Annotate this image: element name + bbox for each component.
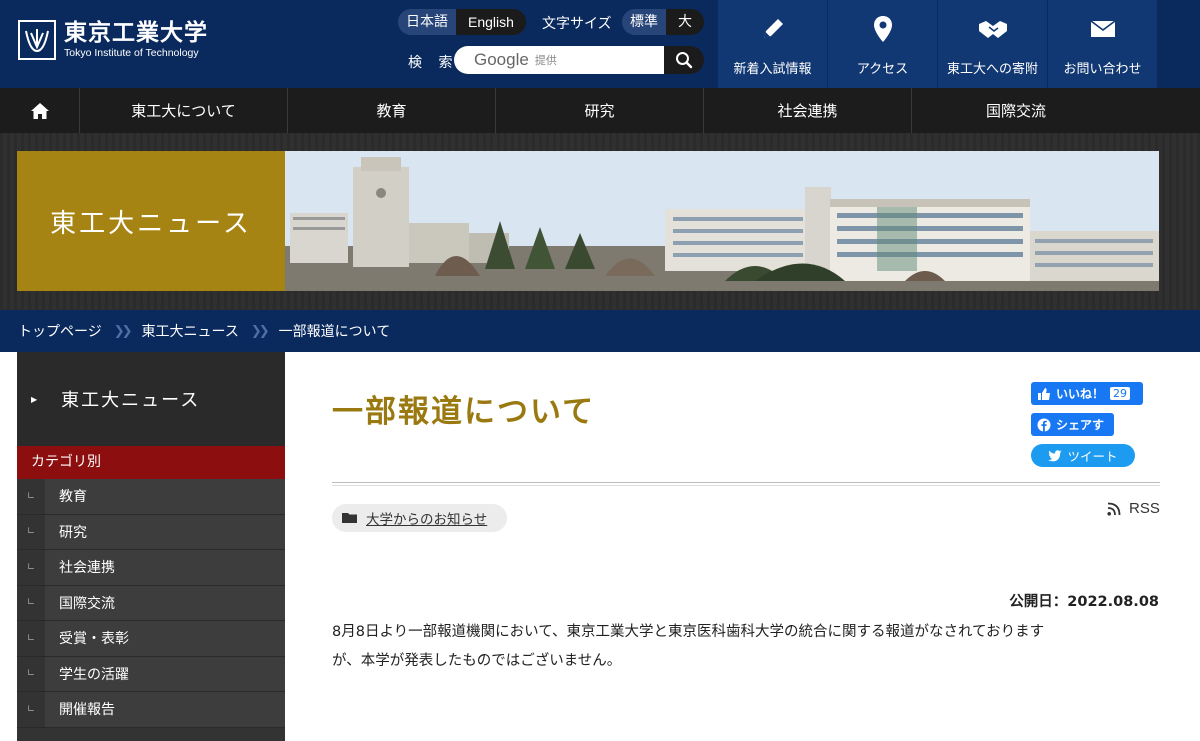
language-switch: 日本語 English <box>398 9 526 35</box>
google-watermark: Google <box>474 50 529 69</box>
publish-date: 公開日：2022.08.08 <box>1009 594 1159 610</box>
nav-education[interactable]: 教育 <box>288 88 496 133</box>
sidebar-item-students[interactable]: ∟ 学生の活躍 <box>17 656 285 692</box>
breadcrumb-separator-icon: ❯❯ <box>113 323 133 339</box>
twitter-bird-icon <box>1048 449 1062 461</box>
site-header: 東京工業大学 Tokyo Institute of Technology 日本語… <box>0 0 1200 88</box>
like-label: いいね！ <box>1056 387 1105 401</box>
rss-icon <box>1107 502 1121 516</box>
nav-social[interactable]: 社会連携 <box>704 88 912 133</box>
facebook-share-button[interactable]: シェアす <box>1031 413 1114 436</box>
sidebar-item-social[interactable]: ∟ 社会連携 <box>17 550 285 586</box>
corner-icon: ∟ <box>17 550 45 585</box>
triangle-right-icon: ▶ <box>31 394 40 404</box>
breadcrumb-current: 一部報道について <box>278 324 391 340</box>
sidebar-item-awards[interactable]: ∟ 受賞・表彰 <box>17 621 285 657</box>
tweet-button[interactable]: ツイート <box>1031 444 1135 467</box>
lang-japanese-button[interactable]: 日本語 <box>398 9 456 35</box>
map-pin-icon <box>873 16 892 42</box>
page-banner: 東工大ニュース <box>0 133 1200 310</box>
access-label: アクセス <box>856 62 909 77</box>
font-size-label: 文字サイズ <box>542 16 612 32</box>
handshake-icon <box>978 21 1007 38</box>
breadcrumb-top-link[interactable]: トップページ <box>18 321 102 341</box>
nav-international[interactable]: 国際交流 <box>912 88 1120 133</box>
category-tag[interactable]: 大学からのお知らせ <box>332 504 508 532</box>
social-buttons: いいね！ 29 シェアす ツイート <box>1031 382 1143 467</box>
nav-home-button[interactable] <box>0 88 80 133</box>
search-button[interactable] <box>664 46 704 74</box>
corner-icon: ∟ <box>17 514 45 549</box>
thumbs-up-icon <box>1038 387 1050 400</box>
article-body-line: が、本学が発表したものではございません。 <box>332 653 622 669</box>
sidebar-item-label: 受賞・表彰 <box>59 631 129 648</box>
breadcrumb-separator-icon: ❯❯ <box>250 323 270 339</box>
title-divider <box>332 482 1160 486</box>
sidebar-heading-label: 東工大ニュース <box>61 390 201 411</box>
admissions-news-label: 新着入試情報 <box>733 62 812 77</box>
search-label: 検 索 <box>408 55 459 71</box>
tweet-label: ツイート <box>1067 449 1118 464</box>
sidebar-item-research[interactable]: ∟ 研究 <box>17 514 285 550</box>
admissions-news-button[interactable]: 新着入試情報 <box>717 0 827 88</box>
site-logo[interactable]: 東京工業大学 Tokyo Institute of Technology <box>18 20 208 60</box>
sidebar-item-international[interactable]: ∟ 国際交流 <box>17 585 285 621</box>
sidebar: ▶ 東工大ニュース カテゴリ別 ∟ 教育 ∟ 研究 ∟ 社会連携 ∟ 国際交流 ∟ 受賞・… <box>17 352 285 741</box>
category-link[interactable]: 大学からのお知らせ <box>366 508 487 528</box>
donation-label: 東工大への寄附 <box>946 62 1038 77</box>
page-title: 一部報道について <box>332 394 596 430</box>
sidebar-heading[interactable]: ▶ 東工大ニュース <box>17 352 285 446</box>
main-content: 一部報道について いいね！ 29 シェアす ツイート 大学からのお知らせ RSS… <box>285 352 1200 741</box>
facebook-like-button[interactable]: いいね！ 29 <box>1031 382 1143 405</box>
article-body: 8月8日より一部報道機関において、東京工業大学と東京医科歯科大学の統合に関する報… <box>332 618 1162 676</box>
breadcrumb-news-link[interactable]: 東工大ニュース <box>142 321 239 341</box>
home-icon <box>30 102 49 119</box>
envelope-icon <box>1090 20 1115 37</box>
corner-icon: ∟ <box>17 585 45 620</box>
facebook-icon <box>1037 418 1051 431</box>
sidebar-item-label: 教育 <box>59 489 87 506</box>
sidebar-item-reports[interactable]: ∟ 開催報告 <box>17 692 285 728</box>
university-emblem-icon <box>18 20 56 60</box>
search-icon <box>676 52 693 69</box>
corner-icon: ∟ <box>17 621 45 656</box>
banner-title: 東工大ニュース <box>17 151 285 291</box>
donation-button[interactable]: 東工大への寄附 <box>937 0 1047 88</box>
pencil-icon <box>763 19 783 38</box>
rss-label: RSS <box>1129 500 1160 517</box>
logo-title: 東京工業大学 <box>64 19 208 46</box>
nav-about[interactable]: 東工大について <box>80 88 288 133</box>
search-input[interactable]: Google 提供 <box>454 46 664 74</box>
corner-icon: ∟ <box>17 692 45 727</box>
corner-icon: ∟ <box>17 656 45 691</box>
font-size-switch: 標準 大 <box>622 9 704 35</box>
access-button[interactable]: アクセス <box>827 0 937 88</box>
google-provided-label: 提供 <box>534 54 557 67</box>
font-size-large-button[interactable]: 大 <box>666 9 704 35</box>
font-size-standard-button[interactable]: 標準 <box>622 9 666 35</box>
folder-icon <box>342 513 357 523</box>
header-quick-links: 新着入試情報 アクセス 東工大への寄附 お問い合わせ <box>717 0 1157 88</box>
breadcrumb: トップページ ❯❯ 東工大ニュース ❯❯ 一部報道について <box>0 310 1200 352</box>
corner-icon: ∟ <box>17 479 45 514</box>
share-label: シェアす <box>1056 418 1105 432</box>
like-count: 29 <box>1110 387 1131 400</box>
sidebar-item-education[interactable]: ∟ 教育 <box>17 479 285 515</box>
sidebar-item-label: 研究 <box>59 524 87 541</box>
global-nav: 東工大について 教育 研究 社会連携 国際交流 <box>0 88 1200 133</box>
lang-english-button[interactable]: English <box>456 9 526 35</box>
category-header: カテゴリ別 <box>17 446 285 479</box>
contact-label: お問い合わせ <box>1063 62 1142 77</box>
sidebar-item-label: 開催報告 <box>59 702 115 719</box>
nav-research[interactable]: 研究 <box>496 88 704 133</box>
sidebar-item-label: 国際交流 <box>59 595 115 612</box>
contact-button[interactable]: お問い合わせ <box>1047 0 1157 88</box>
campus-photo <box>285 151 1159 291</box>
logo-subtitle: Tokyo Institute of Technology <box>64 46 199 59</box>
sidebar-item-label: 社会連携 <box>59 560 115 577</box>
sidebar-item-label: 学生の活躍 <box>59 666 129 683</box>
article-body-line: 8月8日より一部報道機関において、東京工業大学と東京医科歯科大学の統合に関する報… <box>332 624 1045 640</box>
rss-link[interactable]: RSS <box>1107 500 1160 517</box>
